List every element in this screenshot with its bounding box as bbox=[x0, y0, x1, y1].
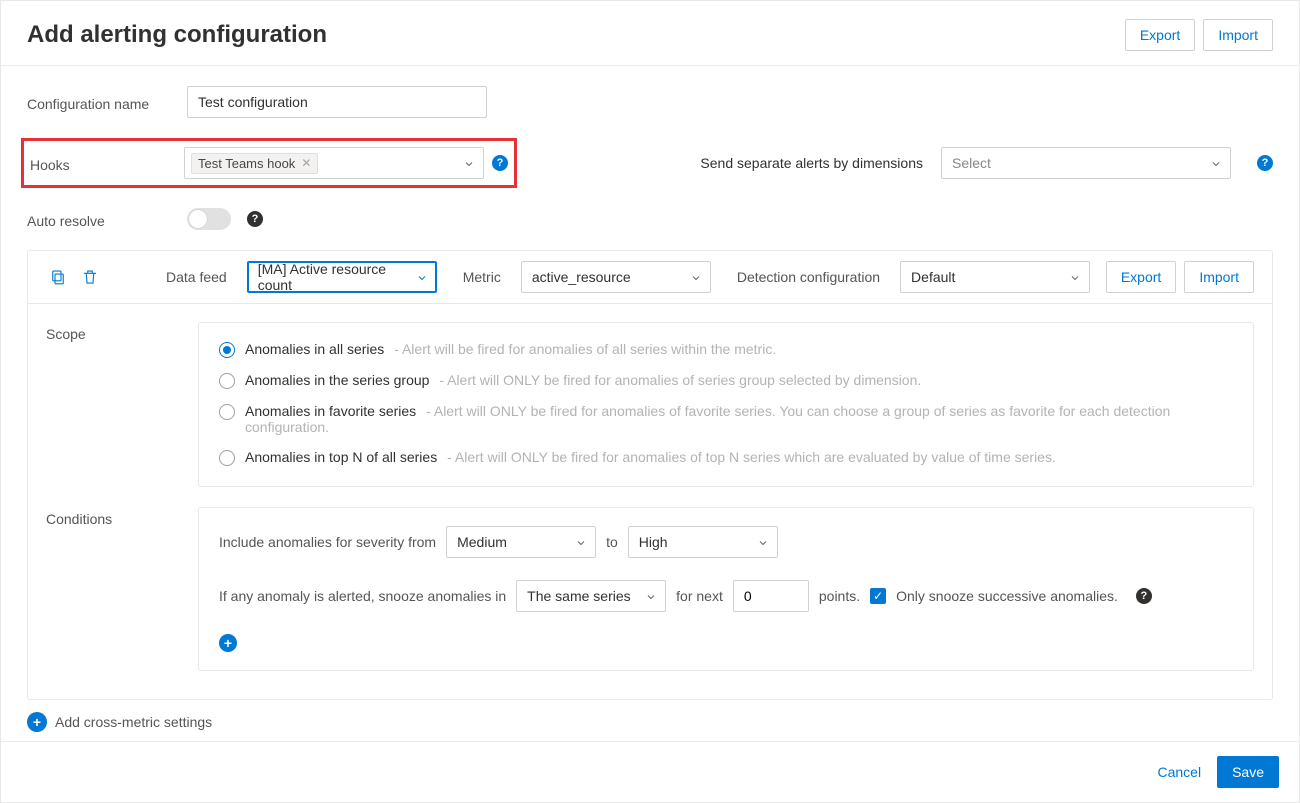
radio-icon bbox=[219, 404, 235, 420]
snooze-scope-select[interactable]: The same series bbox=[516, 580, 666, 612]
delete-icon[interactable] bbox=[78, 265, 102, 289]
panel-actions: Export Import bbox=[1106, 261, 1254, 293]
snooze-prefix: If any anomaly is alerted, snooze anomal… bbox=[219, 588, 506, 604]
hooks-help-icon[interactable]: ? bbox=[492, 155, 508, 171]
data-feed-value: [MA] Active resource count bbox=[258, 261, 410, 293]
config-name-row: Configuration name bbox=[27, 86, 1273, 118]
scope-option-desc: - Alert will ONLY be fired for anomalies… bbox=[447, 449, 1056, 465]
auto-resolve-row: Auto resolve ? bbox=[27, 208, 1273, 230]
scope-option-desc: - Alert will be fired for anomalies of a… bbox=[394, 341, 776, 357]
copy-icon[interactable] bbox=[46, 265, 70, 289]
hooks-dimensions-row: Hooks Test Teams hook ✕ ? Send separate … bbox=[27, 138, 1273, 188]
scope-option-desc: - Alert will ONLY be fired for anomalies… bbox=[439, 372, 921, 388]
chevron-down-icon bbox=[690, 271, 702, 283]
save-button[interactable]: Save bbox=[1217, 756, 1279, 788]
snooze-mid: for next bbox=[676, 588, 723, 604]
import-button[interactable]: Import bbox=[1203, 19, 1273, 51]
scope-label: Scope bbox=[46, 322, 198, 487]
hook-tag-text: Test Teams hook bbox=[198, 156, 295, 171]
scope-option-series-group[interactable]: Anomalies in the series group - Alert wi… bbox=[219, 372, 1233, 389]
snooze-scope-value: The same series bbox=[527, 588, 630, 604]
snooze-help-icon[interactable]: ? bbox=[1136, 588, 1152, 604]
footer: Cancel Save bbox=[1, 741, 1299, 802]
conditions-content: Include anomalies for severity from Medi… bbox=[198, 507, 1254, 671]
severity-from-select[interactable]: Medium bbox=[446, 526, 596, 558]
chevron-down-icon bbox=[757, 536, 769, 548]
plus-icon: + bbox=[27, 712, 47, 732]
dimensions-placeholder: Select bbox=[952, 155, 991, 171]
snooze-suffix: points. bbox=[819, 588, 860, 604]
data-feed-label: Data feed bbox=[166, 269, 227, 285]
add-condition-row: + bbox=[219, 634, 1233, 652]
scope-content: Anomalies in all series - Alert will be … bbox=[198, 322, 1254, 487]
panel-export-button[interactable]: Export bbox=[1106, 261, 1176, 293]
page: Add alerting configuration Export Import… bbox=[0, 0, 1300, 803]
snooze-line: If any anomaly is alerted, snooze anomal… bbox=[219, 580, 1233, 612]
config-name-label: Configuration name bbox=[27, 92, 187, 112]
dimensions-help-icon[interactable]: ? bbox=[1257, 155, 1273, 171]
hooks-label: Hooks bbox=[24, 153, 184, 173]
auto-resolve-toggle[interactable] bbox=[187, 208, 231, 230]
metric-panel: Data feed [MA] Active resource count Met… bbox=[27, 250, 1273, 700]
chevron-down-icon bbox=[416, 271, 428, 283]
scope-option-favorite[interactable]: Anomalies in favorite series - Alert wil… bbox=[219, 403, 1233, 435]
conditions-label: Conditions bbox=[46, 507, 198, 671]
toggle-knob bbox=[189, 210, 207, 228]
chevron-down-icon bbox=[575, 536, 587, 548]
severity-to-value: High bbox=[639, 534, 668, 550]
severity-to-select[interactable]: High bbox=[628, 526, 778, 558]
severity-from-value: Medium bbox=[457, 534, 507, 550]
scope-option-title: Anomalies in all series bbox=[245, 341, 384, 357]
severity-line: Include anomalies for severity from Medi… bbox=[219, 526, 1233, 558]
hooks-select[interactable]: Test Teams hook ✕ bbox=[184, 147, 484, 179]
detection-label: Detection configuration bbox=[737, 269, 880, 285]
export-button[interactable]: Export bbox=[1125, 19, 1195, 51]
chevron-down-icon bbox=[1069, 271, 1081, 283]
detection-select[interactable]: Default bbox=[900, 261, 1090, 293]
auto-resolve-help-icon[interactable]: ? bbox=[247, 211, 263, 227]
scope-option-top-n[interactable]: Anomalies in top N of all series - Alert… bbox=[219, 449, 1233, 466]
hooks-highlight: Hooks Test Teams hook ✕ ? bbox=[21, 138, 517, 188]
only-successive-label: Only snooze successive anomalies. bbox=[896, 588, 1118, 604]
severity-to-word: to bbox=[606, 534, 618, 550]
chevron-down-icon bbox=[463, 157, 475, 169]
panel-import-button[interactable]: Import bbox=[1184, 261, 1254, 293]
content: Configuration name Hooks Test Teams hook… bbox=[1, 66, 1299, 732]
metric-select[interactable]: active_resource bbox=[521, 261, 711, 293]
page-header: Add alerting configuration Export Import bbox=[1, 1, 1299, 66]
radio-icon bbox=[219, 450, 235, 466]
scope-option-title: Anomalies in the series group bbox=[245, 372, 429, 388]
hook-tag: Test Teams hook ✕ bbox=[191, 153, 318, 174]
header-actions: Export Import bbox=[1125, 19, 1273, 51]
dimensions-select[interactable]: Select bbox=[941, 147, 1231, 179]
severity-prefix: Include anomalies for severity from bbox=[219, 534, 436, 550]
add-condition-button[interactable]: + bbox=[219, 634, 237, 652]
radio-icon bbox=[219, 342, 235, 358]
config-name-input[interactable] bbox=[187, 86, 487, 118]
dimensions-label: Send separate alerts by dimensions bbox=[700, 155, 923, 171]
only-successive-checkbox[interactable]: ✓ bbox=[870, 588, 886, 604]
dimensions-group: Send separate alerts by dimensions Selec… bbox=[700, 147, 1273, 179]
scope-section: Scope Anomalies in all series - Alert wi… bbox=[46, 322, 1254, 487]
metric-label: Metric bbox=[463, 269, 501, 285]
data-feed-select[interactable]: [MA] Active resource count bbox=[247, 261, 437, 293]
panel-body: Scope Anomalies in all series - Alert wi… bbox=[28, 304, 1272, 699]
page-title: Add alerting configuration bbox=[27, 21, 327, 49]
remove-hook-icon[interactable]: ✕ bbox=[301, 157, 311, 169]
cross-metric-label: Add cross-metric settings bbox=[55, 714, 212, 730]
scope-option-all-series[interactable]: Anomalies in all series - Alert will be … bbox=[219, 341, 1233, 358]
radio-icon bbox=[219, 373, 235, 389]
add-cross-metric-button[interactable]: + Add cross-metric settings bbox=[27, 712, 1273, 732]
snooze-points-input[interactable] bbox=[733, 580, 809, 612]
cancel-button[interactable]: Cancel bbox=[1147, 756, 1211, 788]
panel-head: Data feed [MA] Active resource count Met… bbox=[28, 251, 1272, 304]
conditions-section: Conditions Include anomalies for severit… bbox=[46, 507, 1254, 671]
detection-value: Default bbox=[911, 269, 955, 285]
chevron-down-icon bbox=[645, 590, 657, 602]
metric-value: active_resource bbox=[532, 269, 631, 285]
scope-option-title: Anomalies in top N of all series bbox=[245, 449, 437, 465]
chevron-down-icon bbox=[1210, 157, 1222, 169]
scope-option-title: Anomalies in favorite series bbox=[245, 403, 416, 419]
auto-resolve-label: Auto resolve bbox=[27, 209, 187, 229]
